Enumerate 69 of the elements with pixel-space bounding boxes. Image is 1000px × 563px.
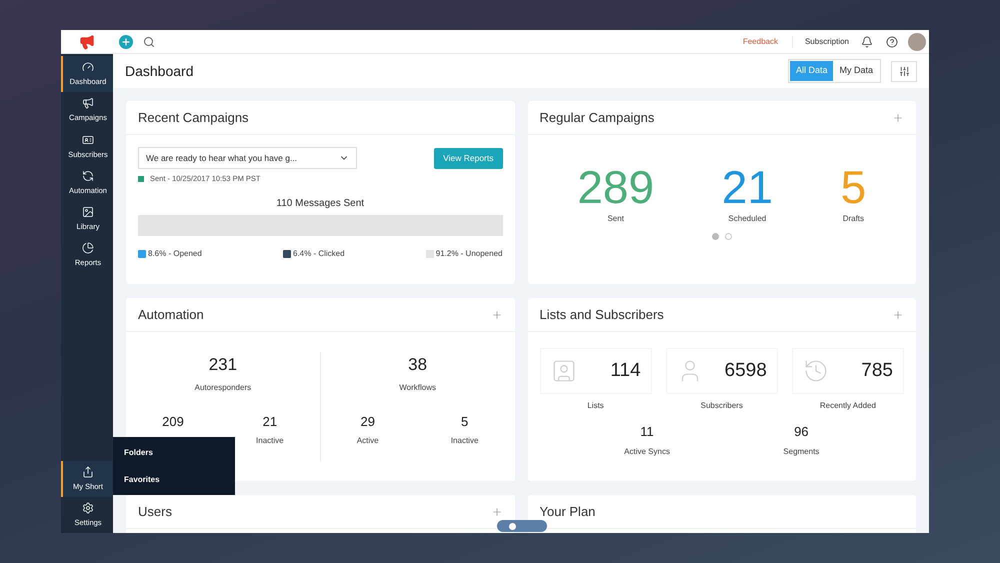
stat-value: 38 <box>408 354 428 376</box>
add-icon[interactable] <box>490 506 502 518</box>
stat-label: Scheduled <box>728 213 766 225</box>
share-icon <box>82 466 94 478</box>
card-title: Regular Campaigns <box>540 108 654 127</box>
plus-icon <box>121 36 131 46</box>
stat-label: Recently Added <box>820 400 876 412</box>
stat-value: 6598 <box>724 358 767 383</box>
sliders-icon <box>898 66 910 76</box>
stat-value: 5 <box>840 163 866 211</box>
stat-label: Sent <box>607 213 624 225</box>
stat-value: 29 <box>360 412 375 430</box>
card-title: Automation <box>138 306 204 324</box>
toggle-pill[interactable] <box>497 520 547 532</box>
card-title: Lists and Subscribers <box>540 306 664 324</box>
stat-label: Active Syncs <box>624 446 670 458</box>
add-icon[interactable] <box>892 308 904 320</box>
card-title: Recent Campaigns <box>138 108 249 127</box>
settings-icon <box>82 502 94 514</box>
legend-label: 91.2% - Unopened <box>436 248 502 260</box>
stat-label: Subscribers <box>700 400 743 412</box>
pie-chart-icon <box>82 242 94 254</box>
stat-value: 11 <box>640 423 654 441</box>
image-icon <box>82 206 94 218</box>
stat-label: Segments <box>783 446 820 458</box>
data-filter-toggle[interactable]: My Data <box>833 61 879 81</box>
history-icon <box>802 358 829 384</box>
legend-label: 6.4% - Clicked <box>293 248 345 260</box>
menu-item[interactable]: Folders <box>113 442 235 462</box>
stat-label: Inactive <box>256 435 284 447</box>
stat-value: 5 <box>461 412 468 430</box>
stat-value: 785 <box>861 358 893 383</box>
card-title: Users <box>138 502 172 521</box>
stat-value: 209 <box>162 412 184 430</box>
cycle-icon <box>82 170 94 182</box>
stat-value: 96 <box>794 423 809 441</box>
legend-label: 8.6% - Opened <box>148 248 202 260</box>
stat-value: 231 <box>208 354 238 376</box>
stat-value: 289 <box>577 163 654 211</box>
messages-sent-text: 110 Messages Sent <box>275 197 366 212</box>
stat-value: 21 <box>262 412 278 430</box>
settings-sliders-button[interactable] <box>891 60 917 82</box>
stat-label: Inactive <box>450 435 478 447</box>
stat-label: Drafts <box>842 213 864 225</box>
stat-value: 114 <box>610 358 641 383</box>
menu-item[interactable]: Favorites <box>113 470 235 490</box>
stat-value: 21 <box>722 163 773 211</box>
megaphone-logo-icon <box>79 34 95 50</box>
stat-label: Workflows <box>399 382 436 394</box>
search-icon[interactable] <box>143 36 155 48</box>
subscription-link[interactable]: Subscription <box>792 36 861 48</box>
stat-label: Autoresponders <box>194 382 252 394</box>
stat-label: Active <box>356 435 379 447</box>
gauge-icon <box>82 61 94 73</box>
stat-label: Lists <box>587 400 604 412</box>
contact-card-icon <box>550 358 576 384</box>
help-icon[interactable] <box>886 36 898 48</box>
bell-icon[interactable] <box>861 36 873 48</box>
card-title: Your Plan <box>540 502 596 521</box>
page-title: Dashboard <box>125 62 194 80</box>
megaphone-icon <box>82 97 94 110</box>
add-icon[interactable] <box>490 308 502 320</box>
add-icon[interactable] <box>892 112 904 124</box>
id-card-icon <box>82 134 94 146</box>
avatar[interactable] <box>908 32 926 50</box>
toggle-knob <box>509 522 516 530</box>
add-button[interactable] <box>119 34 133 48</box>
campaign-select[interactable]: We are ready to hear what you have g... <box>138 147 357 169</box>
feedback-link[interactable]: Feedback <box>742 36 793 48</box>
